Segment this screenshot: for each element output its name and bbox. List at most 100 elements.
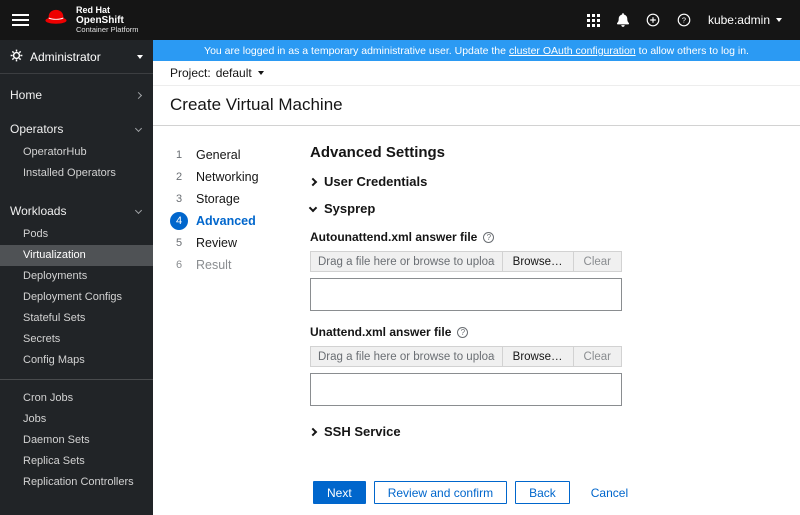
unattend-content-textarea[interactable] <box>310 373 622 406</box>
caret-down-icon <box>257 71 264 75</box>
main-content: You are logged in as a temporary adminis… <box>153 40 800 515</box>
sidebar-item-replica-sets[interactable]: Replica Sets <box>0 451 153 472</box>
step-label: General <box>196 148 241 162</box>
sidebar-item-label: Home <box>10 88 43 102</box>
chevron-right-icon <box>308 427 318 436</box>
sidebar-item-cron-jobs[interactable]: Cron Jobs <box>0 388 153 409</box>
banner-text-before: You are logged in as a temporary adminis… <box>204 44 506 57</box>
wizard-step-advanced[interactable]: 4 Advanced <box>170 210 310 232</box>
step-label: Advanced <box>196 214 256 228</box>
sidebar-item-deployments[interactable]: Deployments <box>0 266 153 287</box>
login-banner: You are logged in as a temporary adminis… <box>153 40 800 61</box>
sidebar-item-virtualization[interactable]: Virtualization <box>0 245 153 266</box>
expander-sysprep[interactable]: Sysprep <box>308 201 783 216</box>
wizard-step-networking[interactable]: 2 Networking <box>170 166 310 188</box>
content-heading: Advanced Settings <box>310 144 446 161</box>
wizard-step-general[interactable]: 1 General <box>170 144 310 166</box>
wizard-step-storage[interactable]: 3 Storage <box>170 188 310 210</box>
wizard-step-result: 6 Result <box>170 254 310 276</box>
chevron-right-icon <box>308 177 318 186</box>
next-button[interactable]: Next <box>313 481 366 504</box>
wizard-steps: 1 General 2 Networking 3 Storage 4 Advan… <box>170 136 310 515</box>
step-label: Storage <box>196 192 240 206</box>
sidebar-item-deployment-configs[interactable]: Deployment Configs <box>0 287 153 308</box>
sidebar-item-daemon-sets[interactable]: Daemon Sets <box>0 430 153 451</box>
help-question-circle-icon[interactable]: ? <box>677 13 691 27</box>
sidebar-item-installed-operators[interactable]: Installed Operators <box>0 163 153 184</box>
sidebar-item-home[interactable]: Home <box>0 82 153 108</box>
step-number: 6 <box>175 259 183 271</box>
project-selector[interactable]: default <box>216 66 264 80</box>
sidebar-item-secrets[interactable]: Secrets <box>0 329 153 350</box>
gear-icon <box>10 49 23 65</box>
advanced-settings-panel: Advanced Settings User Credentials Syspr… <box>308 136 783 515</box>
perspective-switcher[interactable]: Administrator <box>0 40 153 74</box>
app-launcher-icon[interactable] <box>586 13 600 27</box>
autounattend-field-group: Autounattend.xml answer file Browse… Cle… <box>310 230 783 311</box>
svg-text:?: ? <box>682 16 686 25</box>
app-root: Red Hat OpenShift Container Platform ? k… <box>0 0 800 515</box>
brand-logo[interactable]: Red Hat OpenShift Container Platform <box>43 5 139 36</box>
add-plus-circle-icon[interactable] <box>646 13 660 27</box>
expander-label: SSH Service <box>324 424 401 439</box>
perspective-label: Administrator <box>30 49 101 64</box>
page-header: Create Virtual Machine <box>153 86 800 126</box>
expander-label: Sysprep <box>324 201 376 216</box>
sidebar-nav: Administrator Home Operators OperatorHub… <box>0 40 153 515</box>
cancel-button[interactable]: Cancel <box>582 481 637 504</box>
brand-line1: Red Hat <box>76 5 111 16</box>
project-label: Project: <box>170 66 211 80</box>
autounattend-file-input[interactable] <box>310 251 503 272</box>
autounattend-content-textarea[interactable] <box>310 278 622 311</box>
sidebar-item-label: Workloads <box>10 204 67 218</box>
help-icon[interactable] <box>457 326 469 338</box>
review-and-confirm-button[interactable]: Review and confirm <box>373 481 508 504</box>
unattend-file-input[interactable] <box>310 346 503 367</box>
help-icon[interactable] <box>483 231 495 243</box>
brand-line3: Container Platform <box>76 25 139 35</box>
step-label: Networking <box>196 170 259 184</box>
sidebar-item-replication-controllers[interactable]: Replication Controllers <box>0 472 153 493</box>
nav-divider <box>0 379 153 380</box>
masthead: Red Hat OpenShift Container Platform ? k… <box>0 0 800 40</box>
sidebar-item-label: Operators <box>10 122 64 136</box>
wizard-footer: Next Review and confirm Back Cancel <box>313 481 637 504</box>
step-number: 1 <box>175 149 183 161</box>
notifications-bell-icon[interactable] <box>616 13 629 27</box>
browse-button[interactable]: Browse… <box>501 346 574 367</box>
expander-ssh-service[interactable]: SSH Service <box>308 424 783 439</box>
user-menu[interactable]: kube:admin <box>708 13 782 27</box>
banner-text-after: to allow others to log in. <box>638 44 749 57</box>
step-number: 4 <box>170 212 188 230</box>
chevron-down-icon <box>134 206 143 214</box>
step-label: Result <box>196 258 232 272</box>
user-menu-label: kube:admin <box>707 13 770 27</box>
create-vm-wizard: 1 General 2 Networking 3 Storage 4 Advan… <box>153 126 800 515</box>
sidebar-item-stateful-sets[interactable]: Stateful Sets <box>0 308 153 329</box>
step-number: 2 <box>175 171 183 183</box>
chevron-down-icon <box>308 203 318 212</box>
browse-button[interactable]: Browse… <box>501 251 574 272</box>
sidebar-item-config-maps[interactable]: Config Maps <box>0 350 153 371</box>
sidebar-item-operators[interactable]: Operators <box>0 116 153 142</box>
project-value: default <box>215 66 252 80</box>
nav-toggle-icon[interactable] <box>12 11 29 29</box>
field-label: Autounattend.xml answer file <box>310 230 478 244</box>
unattend-field-group: Unattend.xml answer file Browse… Clear <box>310 325 783 406</box>
back-button[interactable]: Back <box>515 481 570 504</box>
sidebar-item-pods[interactable]: Pods <box>0 224 153 245</box>
sidebar-item-jobs[interactable]: Jobs <box>0 409 153 430</box>
oauth-configuration-link[interactable]: cluster OAuth configuration <box>509 45 636 57</box>
sidebar-item-workloads[interactable]: Workloads <box>0 198 153 224</box>
clear-button[interactable]: Clear <box>572 346 622 367</box>
sidebar-item-operatorhub[interactable]: OperatorHub <box>0 142 153 163</box>
step-number: 3 <box>175 193 183 205</box>
wizard-step-review[interactable]: 5 Review <box>170 232 310 254</box>
expander-label: User Credentials <box>324 174 428 189</box>
step-number: 5 <box>175 237 183 249</box>
expander-user-credentials[interactable]: User Credentials <box>308 174 783 189</box>
field-label: Unattend.xml answer file <box>310 325 452 339</box>
clear-button[interactable]: Clear <box>572 251 622 272</box>
page-title: Create Virtual Machine <box>170 95 343 114</box>
caret-down-icon <box>137 54 143 59</box>
